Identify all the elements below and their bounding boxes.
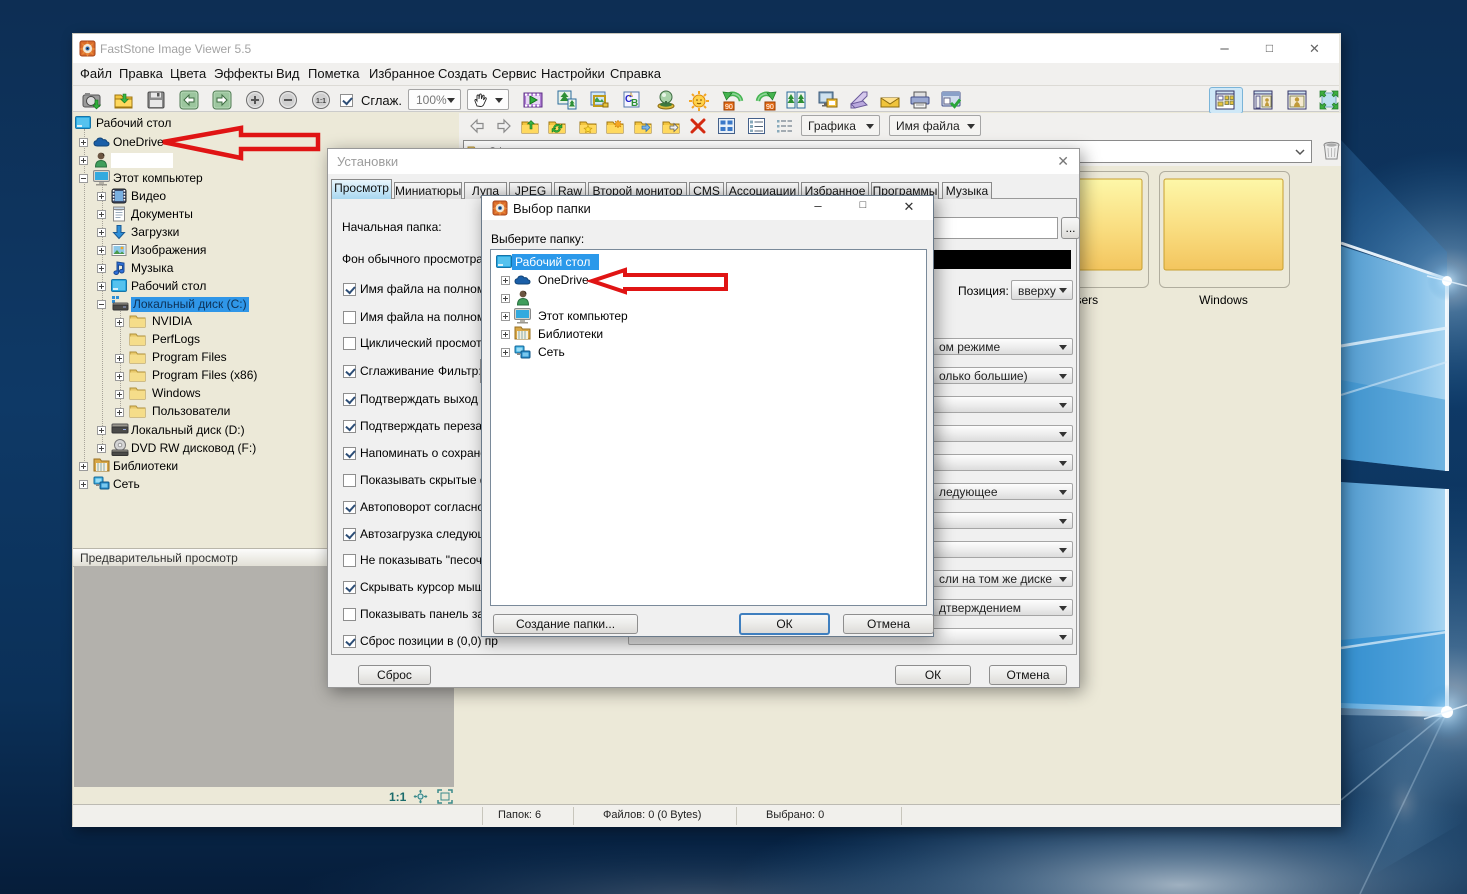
svg-text:B: B	[631, 98, 638, 109]
svg-text:90: 90	[725, 104, 733, 111]
svg-text:1:1: 1:1	[316, 98, 326, 105]
svg-text:A: A	[629, 93, 633, 99]
svg-text:90: 90	[766, 104, 774, 111]
